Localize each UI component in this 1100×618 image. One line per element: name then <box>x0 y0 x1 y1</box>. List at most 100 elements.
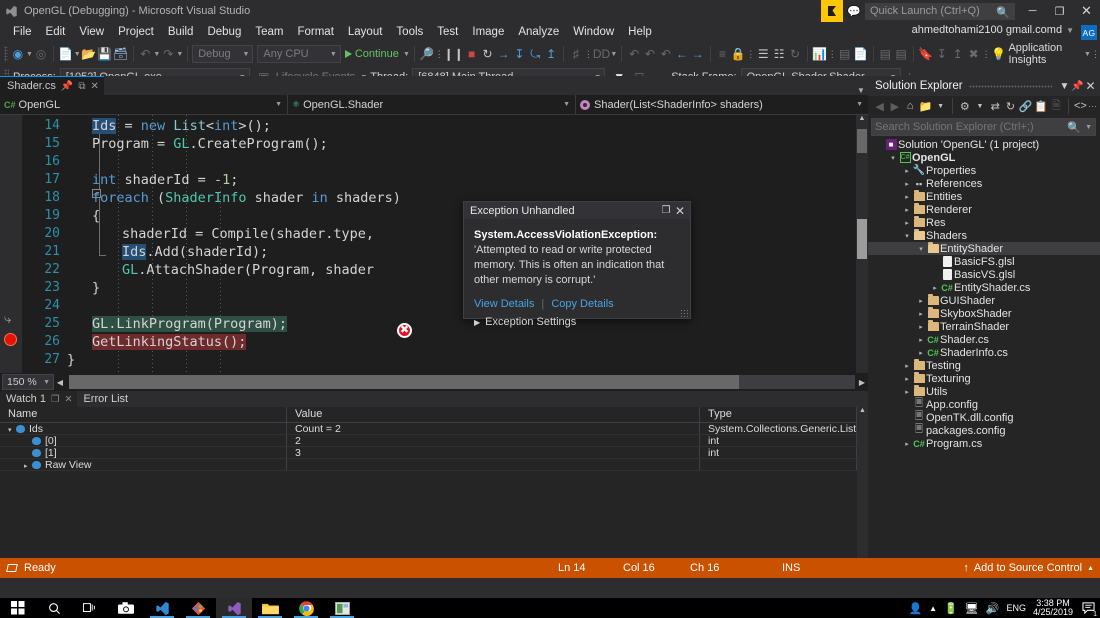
search-input[interactable] <box>875 121 1065 133</box>
exception-settings-toggle[interactable]: ▶ Exception Settings <box>464 312 690 334</box>
scroll-thumb[interactable] <box>69 375 739 389</box>
toolbar-grip[interactable] <box>4 46 8 62</box>
tree-node-res[interactable]: ▸ Res <box>868 216 1100 229</box>
close-icon[interactable]: ✕ <box>1084 79 1097 93</box>
refresh-solution-icon[interactable]: ⇄ <box>988 97 1003 115</box>
tree-node-utils[interactable]: ▸ Utils <box>868 385 1100 398</box>
chevron-down-icon[interactable]: ▾ <box>916 245 926 253</box>
solution-platform-select[interactable]: Any CPU ▼ <box>257 45 341 63</box>
code-line[interactable]: 26 GetLinkingStatus(); <box>0 333 868 351</box>
expander-icon[interactable]: ▾ <box>8 425 16 434</box>
show-hidden-icons-icon[interactable]: ▲ <box>929 604 937 613</box>
chevron-right-icon[interactable]: ▸ <box>902 167 912 175</box>
restore-button[interactable]: ❐ <box>1046 0 1073 22</box>
watch-name-cell[interactable]: [1] <box>0 447 287 458</box>
toolbar-overflow-icon[interactable]: ⋯ <box>1088 101 1097 112</box>
restart-icon[interactable]: ↻ <box>480 44 496 64</box>
memory-window-icon[interactable]: DD <box>593 44 610 64</box>
network-icon[interactable]: 🖥 <box>965 602 979 615</box>
zoom-level-select[interactable]: 150 % ▼ <box>2 374 54 390</box>
menu-item-debug[interactable]: Debug <box>200 24 248 40</box>
editor-horizontal-scrollbar[interactable] <box>69 375 855 389</box>
code-text[interactable]: Ids = new List<int>(); <box>92 117 271 135</box>
volume-icon[interactable]: 🔊 <box>986 602 1000 615</box>
watch-value-cell[interactable]: Count = 2 <box>287 423 700 434</box>
menu-item-view[interactable]: View <box>72 24 111 40</box>
tree-node-terrainshader[interactable]: ▸ TerrainShader <box>868 320 1100 333</box>
scroll-right-arrow-icon[interactable]: ▶ <box>856 378 868 387</box>
view-code-icon[interactable]: <> <box>1073 97 1088 115</box>
solution-tree[interactable]: ■ Solution 'OpenGL' (1 project) ▾ C# OpenGL ▸… <box>868 138 1100 578</box>
home-icon[interactable]: ⌂ <box>903 97 918 115</box>
toolbar-overflow-icon[interactable]: ⋮ <box>746 49 755 60</box>
sync-with-active-document-icon[interactable]: ⚙ <box>957 97 972 115</box>
solution-explorer-search[interactable]: 🔍 ▼ <box>871 118 1096 136</box>
properties-icon[interactable]: 📋 <box>1033 97 1048 115</box>
watch-column-header[interactable]: Value <box>287 407 700 422</box>
send-feedback-icon[interactable]: 💬 <box>843 0 865 22</box>
chevron-right-icon[interactable]: ▸ <box>902 219 912 227</box>
toolbar-overflow-icon[interactable]: ⋮ <box>584 49 593 60</box>
chevron-right-icon[interactable]: ▸ <box>902 388 912 396</box>
menu-item-build[interactable]: Build <box>161 24 201 40</box>
expander-icon[interactable]: ▸ <box>24 461 32 470</box>
taskbar-chrome[interactable] <box>288 598 324 618</box>
watch-value-cell[interactable]: 3 <box>287 447 700 458</box>
clock[interactable]: 3:38 PM 4/25/2019 <box>1033 599 1073 617</box>
chevron-right-icon[interactable]: ▸ <box>902 375 912 383</box>
watch-name-cell[interactable]: ▾ Ids <box>0 423 287 434</box>
chevron-right-icon[interactable]: ▸ <box>916 349 926 357</box>
back-icon[interactable]: ← <box>674 44 690 64</box>
toolbar-overflow-icon[interactable]: ⋮ <box>982 49 991 60</box>
app-insights-bulb-icon[interactable]: 💡 <box>991 44 1007 64</box>
navigate-backward-icon[interactable]: ◉ <box>10 44 26 64</box>
chevron-down-icon[interactable]: ▼ <box>74 51 81 58</box>
stop-debugging-icon[interactable]: ■ <box>464 44 480 64</box>
nav-project-select[interactable]: C# OpenGL ▼ <box>0 94 288 115</box>
pin-icon[interactable]: ❐ <box>51 394 60 405</box>
code-text[interactable]: { <box>92 207 100 225</box>
chevron-right-icon[interactable]: ▸ <box>916 310 926 318</box>
solution-configuration-select[interactable]: Debug ▼ <box>192 45 254 63</box>
watch-value-cell[interactable] <box>287 459 700 470</box>
tree-node-packages-config[interactable]: 🗏 packages.config <box>868 424 1100 437</box>
watch-column-header[interactable]: Name <box>0 407 287 422</box>
nav-member-select[interactable]: Shader(List<ShaderInfo> shaders) ▼ <box>576 95 868 115</box>
watch-row[interactable]: ▸ Raw View <box>0 459 868 471</box>
tree-node-skyboxshader[interactable]: ▸ SkyboxShader <box>868 307 1100 320</box>
scroll-up-arrow-icon[interactable]: ▲ <box>857 407 868 418</box>
pin-icon[interactable]: ❐ <box>659 205 673 216</box>
pin-icon[interactable]: 📌 <box>61 81 73 92</box>
tree-node-entityshader[interactable]: ▾ EntityShader <box>868 242 1100 255</box>
nav-type-select[interactable]: ⚛ OpenGL.Shader ▼ <box>288 94 576 115</box>
open-file-icon[interactable]: 📂 <box>81 44 97 64</box>
code-line[interactable]: 16 <box>0 153 868 171</box>
lock-icon[interactable]: 🔒 <box>730 44 746 64</box>
taskbar-visual-studio[interactable] <box>216 598 252 618</box>
chevron-down-icon[interactable]: ▼ <box>403 51 410 58</box>
chevron-down-icon[interactable]: ▼ <box>1085 124 1092 131</box>
taskbar-file-explorer[interactable] <box>252 598 288 618</box>
task-view-button[interactable] <box>72 598 108 618</box>
chevron-down-icon[interactable]: ▼ <box>1084 51 1091 58</box>
error-indicator-icon[interactable]: ✖ <box>397 323 412 338</box>
scroll-thumb[interactable] <box>857 219 867 259</box>
chevron-down-icon[interactable]: ▼ <box>933 97 948 115</box>
break-all-icon[interactable]: ❙❙ <box>444 44 464 64</box>
scroll-up-arrow-icon[interactable]: ▲ <box>856 115 868 127</box>
tree-node-program-cs[interactable]: ▸ C# Program.cs <box>868 437 1100 450</box>
document-tab-shader-cs[interactable]: Shader.cs 📌 ⧉ ✕ <box>0 76 104 95</box>
menu-item-tools[interactable]: Tools <box>389 24 430 40</box>
tree-node-basicvs-glsl[interactable]: BasicVS.glsl <box>868 268 1100 281</box>
tree-node-entities[interactable]: ▸ Entities <box>868 190 1100 203</box>
exception-popup[interactable]: Exception Unhandled ❐ ✕ System.AccessVio… <box>463 201 691 328</box>
collapse-all-icon[interactable]: ☰ <box>755 44 771 64</box>
taskbar-app[interactable] <box>324 598 360 618</box>
add-to-source-control-button[interactable]: ↑ Add to Source Control ▲ <box>963 562 1094 574</box>
chevron-down-icon[interactable]: ▼ <box>26 51 33 58</box>
code-text[interactable]: GL.AttachShader(Program, shader <box>122 261 374 279</box>
code-text[interactable]: GL.LinkProgram(Program); <box>92 315 288 333</box>
close-icon[interactable]: ✕ <box>64 394 72 405</box>
application-insights-label[interactable]: Application Insights <box>1008 42 1083 66</box>
menu-item-window[interactable]: Window <box>566 24 621 40</box>
